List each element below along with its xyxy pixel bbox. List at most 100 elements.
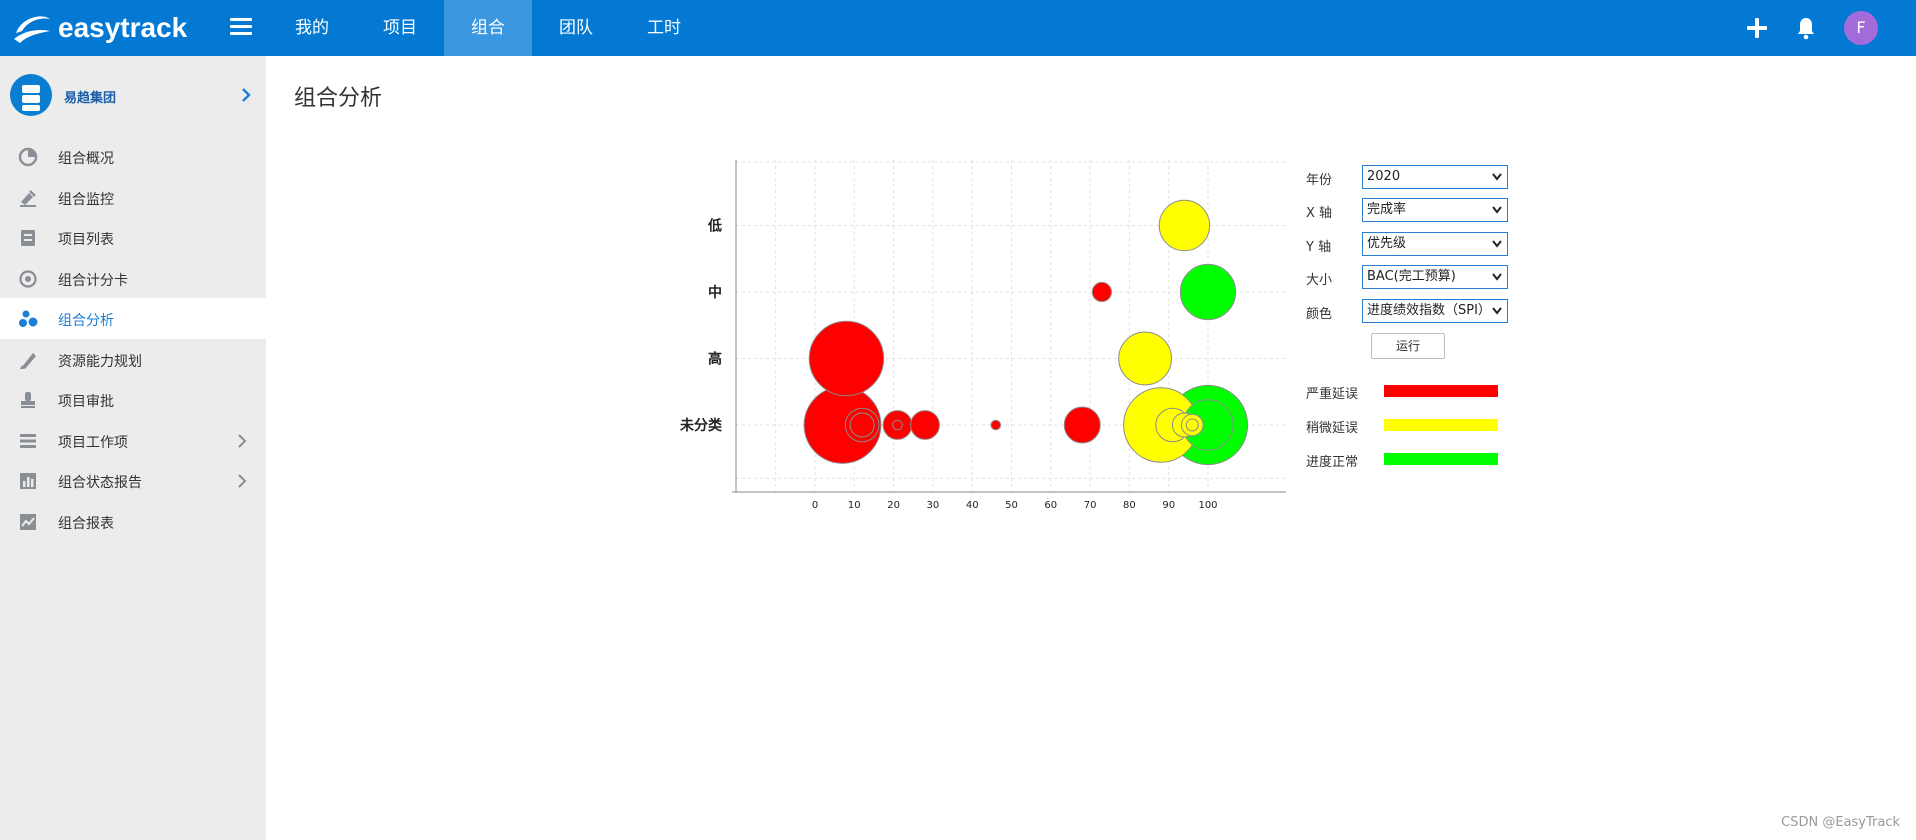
hamburger-menu-icon[interactable] [230,18,252,38]
bar-report-icon [20,473,36,489]
chevron-down-icon [1491,205,1503,215]
easytrack-logo[interactable]: easytrack [12,10,187,46]
legend-label: 严重延误 [1306,387,1359,402]
logo-swoosh-icon [14,16,50,43]
sidebar-item-status-report[interactable]: 组合状态报告 [0,460,266,501]
legend-label: 进度正常 [1306,455,1359,470]
x-tick-label: 90 [1162,500,1175,511]
legend-swatch [1384,453,1498,465]
color-select[interactable]: 进度绩效指数（SPI） [1362,299,1508,323]
year-value: 2020 [1367,169,1401,184]
bubble-point [892,419,903,431]
y-axis-label: Y 轴 [1306,240,1332,255]
bell-icon[interactable] [1794,16,1818,40]
year-select[interactable]: 2020 [1362,165,1508,189]
sidebar-item-work-items[interactable]: 项目工作项 [0,420,266,461]
nav-item-timesheet[interactable]: 工时 [620,0,708,56]
org-name: 易趋集团 [64,91,117,106]
logo-text: easytrack [58,12,188,43]
x-tick-label: 60 [1044,500,1057,511]
sidebar-item-label: 组合状态报告 [58,475,142,491]
sidebar-item-analysis[interactable]: 组合分析 [0,298,266,339]
bubble-point [990,419,1002,431]
sidebar-item-label: 组合报表 [58,515,114,532]
y-tick-label: 高 [708,351,722,368]
chevron-down-icon [1491,306,1503,316]
x-tick-label: 40 [966,500,979,511]
x-tick-label: 80 [1123,500,1136,511]
bubbles-icon [19,310,38,327]
legend-swatch [1384,385,1498,397]
main-nav: 我的 项目 组合 团队 工时 [268,0,708,56]
sidebar-item-label: 组合监控 [58,191,114,208]
stamp-icon [21,392,35,408]
chevron-right-icon [238,474,247,488]
ruler-icon [20,352,36,369]
sidebar-item-capacity[interactable]: 资源能力规划 [0,339,266,380]
sidebar-item-overview[interactable]: 组合概况 [0,136,266,177]
sidebar-item-label: 项目审批 [58,394,114,410]
bubble-point [910,410,940,440]
pie-icon [18,147,38,167]
x-axis-select[interactable]: 完成率 [1362,198,1508,222]
rows-icon [20,433,36,448]
bubble-chart: 未分类 高 中 低 0 10 20 30 40 50 60 70 80 90 100 [680,160,1286,511]
x-tick-label: 50 [1005,500,1018,511]
sidebar-item-reports[interactable]: 组合报表 [0,501,266,542]
x-axis-label: X 轴 [1306,206,1333,221]
sidebar: 易趋集团 组合概况 组合监控 项目列表 组合计分卡 组合分析 资源能力规划 项目… [0,56,266,840]
bubble-point [1118,331,1173,386]
chevron-down-icon [1491,239,1503,249]
color-label: 颜色 [1306,307,1333,322]
top-right-actions: F [1746,0,1878,56]
legend-label: 稍微延误 [1306,421,1359,436]
y-tick-label: 低 [707,218,722,235]
monitor-icon [20,189,36,207]
y-axis-select[interactable]: 优先级 [1362,232,1508,256]
sidebar-item-label: 组合概况 [58,151,114,167]
sidebar-item-approval[interactable]: 项目审批 [0,379,266,420]
nav-item-team[interactable]: 团队 [532,0,620,56]
sidebar-item-scorecard[interactable]: 组合计分卡 [0,258,266,299]
nav-item-mine[interactable]: 我的 [268,0,356,56]
chevron-right-icon [238,433,247,448]
report-icon [20,513,36,530]
x-tick-label: 10 [848,500,861,511]
sidebar-item-label: 组合分析 [58,313,114,329]
y-tick-label: 中 [708,284,722,301]
chevron-down-icon [1491,272,1503,282]
x-tick-label: 30 [927,500,940,511]
bubble-point [1158,199,1211,252]
sidebar-item-label: 项目列表 [58,232,114,248]
sidebar-item-label: 组合计分卡 [58,272,128,289]
page-title: 组合分析 [294,86,383,111]
watermark: CSDN @EasyTrack [1781,815,1900,830]
size-select[interactable]: BAC(完工预算) [1362,265,1508,289]
sidebar-item-project-list[interactable]: 项目列表 [0,217,266,258]
sidebar-item-label: 资源能力规划 [58,353,142,370]
x-tick-label: 20 [887,500,900,511]
x-axis-value: 完成率 [1367,202,1407,217]
bubble-point [808,320,885,397]
bubble-point [849,412,875,438]
x-tick-label: 0 [812,500,818,511]
nav-item-portfolio[interactable]: 组合 [444,0,532,56]
list-icon [21,230,35,246]
year-label: 年份 [1306,173,1333,188]
chevron-down-icon [1491,172,1503,182]
bubble-point [1185,418,1199,432]
sidebar-item-monitor[interactable]: 组合监控 [0,177,266,218]
org-switcher[interactable]: 易趋集团 [0,56,266,136]
nav-item-projects[interactable]: 项目 [356,0,444,56]
size-value: BAC(完工预算) [1367,269,1456,284]
bubble-point [1179,263,1237,321]
size-label: 大小 [1306,273,1333,288]
color-value: 进度绩效指数（SPI） [1367,303,1491,318]
run-button[interactable]: 运行 [1371,333,1445,359]
bubble-point [1091,281,1112,303]
x-tick-label: 70 [1084,500,1097,511]
chevron-right-icon [242,88,251,102]
sidebar-item-label: 项目工作项 [58,434,128,451]
add-icon[interactable] [1746,17,1768,39]
user-avatar[interactable]: F [1844,11,1878,45]
